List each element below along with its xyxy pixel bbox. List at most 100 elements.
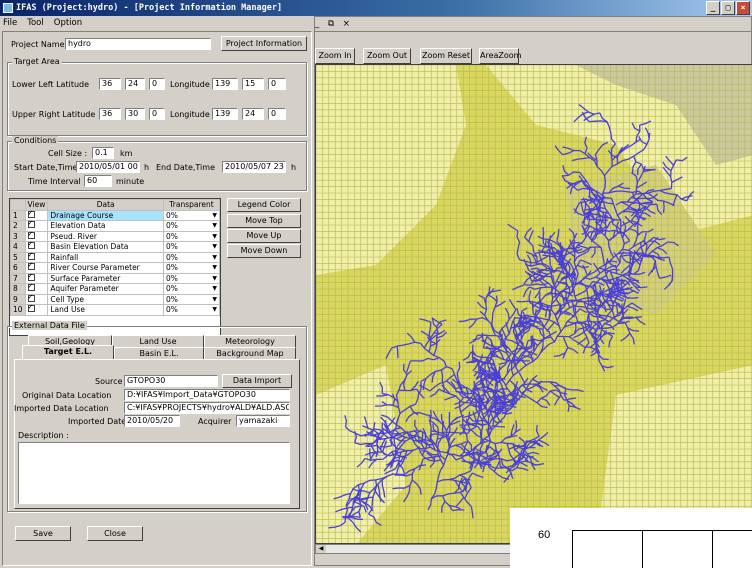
- move-top-button[interactable]: Move Top: [227, 214, 301, 228]
- checkbox-checked-icon[interactable]: [27, 240, 35, 250]
- layer-data-name[interactable]: Basin Elevation Data: [47, 241, 164, 253]
- dropdown-arrow-icon[interactable]: ▼: [212, 284, 217, 293]
- cell-size-field[interactable]: 0.1: [92, 147, 114, 159]
- ll-lat-sec[interactable]: 0: [149, 78, 165, 90]
- zoom-in-button[interactable]: Zoom In: [315, 48, 355, 64]
- start-field[interactable]: 2010/05/01 00: [76, 161, 140, 173]
- move-down-button[interactable]: Move Down: [227, 244, 301, 258]
- layer-transparency-select[interactable]: 0% ▼: [163, 251, 220, 263]
- zoom-out-button[interactable]: Zoom Out: [363, 48, 411, 64]
- checkbox-checked-icon[interactable]: [27, 230, 35, 239]
- menu-file[interactable]: File: [3, 16, 17, 30]
- checkbox-checked-icon[interactable]: [27, 261, 35, 271]
- tab-background-map[interactable]: Background Map: [204, 347, 296, 359]
- minimize-button[interactable]: _: [706, 1, 720, 15]
- ur-lon-min[interactable]: 24: [242, 108, 264, 120]
- layer-data-name[interactable]: Land Use: [47, 304, 164, 316]
- layer-row[interactable]: 3 Pseud. River0% ▼: [10, 230, 220, 242]
- layer-data-name[interactable]: Aquifer Parameter: [47, 283, 164, 295]
- layer-transparency-select[interactable]: 0% ▼: [163, 209, 220, 221]
- layer-row[interactable]: 5 Rainfall0% ▼: [10, 251, 220, 263]
- imported-date-field[interactable]: 2010/05/20: [124, 415, 180, 427]
- ur-lat-sec[interactable]: 0: [149, 108, 165, 120]
- checkbox-checked-icon[interactable]: [27, 303, 35, 313]
- layer-data-name[interactable]: Surface Parameter: [47, 272, 164, 284]
- imported-location-field[interactable]: C:¥IFAS¥PROJECTS¥hydro¥ALD¥ALD.ASC: [124, 402, 290, 414]
- layer-row[interactable]: 10 Land Use0% ▼: [10, 303, 220, 316]
- data-import-button[interactable]: Data Import: [222, 374, 292, 388]
- area-zoom-button[interactable]: AreaZoom: [479, 48, 521, 64]
- ll-lon-deg[interactable]: 139: [212, 78, 238, 90]
- dropdown-arrow-icon[interactable]: ▼: [212, 253, 217, 262]
- checkbox-checked-icon[interactable]: [27, 282, 35, 292]
- description-textarea[interactable]: [18, 442, 290, 504]
- project-information-button[interactable]: Project Information: [221, 36, 307, 51]
- layer-transparency-select[interactable]: 0% ▼: [163, 293, 220, 305]
- menu-tool[interactable]: Tool: [27, 16, 44, 30]
- checkbox-checked-icon[interactable]: [27, 251, 35, 260]
- dropdown-arrow-icon[interactable]: ▼: [212, 274, 217, 283]
- checkbox-checked-icon[interactable]: [27, 219, 35, 229]
- layer-data-name[interactable]: Rainfall: [47, 251, 164, 263]
- layer-transparency-select[interactable]: 0% ▼: [163, 230, 220, 242]
- checkbox-checked-icon[interactable]: [27, 209, 35, 218]
- layer-row[interactable]: 7 Surface Parameter0% ▼: [10, 272, 220, 284]
- tab-basin-el[interactable]: Basin E.L.: [114, 347, 204, 359]
- ur-lat-deg[interactable]: 36: [99, 108, 121, 120]
- legend-color-button[interactable]: Legend Color: [227, 198, 301, 212]
- layer-transparency-select[interactable]: 0% ▼: [163, 262, 220, 274]
- source-field[interactable]: GTOPO30: [124, 375, 218, 387]
- dropdown-arrow-icon[interactable]: ▼: [212, 221, 217, 230]
- tab-meteorology[interactable]: Meteorology: [204, 335, 296, 347]
- interval-field[interactable]: 60: [84, 175, 112, 187]
- maximize-button[interactable]: □: [721, 1, 735, 15]
- layer-transparency-select[interactable]: 0% ▼: [163, 304, 220, 316]
- layer-row[interactable]: 2 Elevation Data0% ▼: [10, 219, 220, 232]
- close-window-button[interactable]: ×: [736, 1, 750, 15]
- layer-data-name[interactable]: Cell Type: [47, 293, 164, 305]
- dropdown-arrow-icon[interactable]: ▼: [212, 295, 217, 304]
- dropdown-arrow-icon[interactable]: ▼: [212, 263, 217, 272]
- scroll-left-icon[interactable]: ◀: [316, 545, 326, 553]
- layer-visible-checkbox[interactable]: [24, 303, 49, 316]
- move-up-button[interactable]: Move Up: [227, 229, 301, 243]
- layer-row[interactable]: 4 Basin Elevation Data0% ▼: [10, 240, 220, 253]
- layer-transparency-select[interactable]: 0% ▼: [163, 241, 220, 253]
- end-field[interactable]: 2010/05/07 23: [222, 161, 286, 173]
- layer-row[interactable]: 8 Aquifer Parameter0% ▼: [10, 282, 220, 295]
- ur-lon-deg[interactable]: 139: [212, 108, 238, 120]
- layer-data-name[interactable]: River Course Parameter: [47, 262, 164, 274]
- tab-target-el[interactable]: Target E.L.: [22, 345, 114, 359]
- ll-lon-min[interactable]: 15: [242, 78, 264, 90]
- horizontal-scrollbar[interactable]: ◀: [315, 544, 515, 554]
- layer-transparency-select[interactable]: 0% ▼: [163, 272, 220, 284]
- tab-land-use[interactable]: Land Use: [112, 335, 204, 347]
- menu-option[interactable]: Option: [54, 16, 82, 30]
- dropdown-arrow-icon[interactable]: ▼: [212, 211, 217, 220]
- dropdown-arrow-icon[interactable]: ▼: [212, 242, 217, 251]
- ur-lon-sec[interactable]: 0: [268, 108, 286, 120]
- layer-row[interactable]: 6 River Course Parameter0% ▼: [10, 261, 220, 274]
- ll-lat-deg[interactable]: 36: [99, 78, 121, 90]
- acquirer-field[interactable]: yamazaki: [236, 415, 290, 427]
- ll-lon-sec[interactable]: 0: [268, 78, 286, 90]
- checkbox-checked-icon[interactable]: [27, 272, 35, 281]
- zoom-reset-button[interactable]: Zoom Reset: [420, 48, 472, 64]
- orig-location-field[interactable]: D:¥IFAS¥Import_Data¥GTOPO30: [124, 389, 290, 401]
- layer-row[interactable]: 9 Cell Type0% ▼: [10, 293, 220, 305]
- ur-lat-min[interactable]: 30: [125, 108, 145, 120]
- layer-grid[interactable]: View Data Transparent 1Drainage Course0%…: [9, 198, 221, 336]
- dropdown-arrow-icon[interactable]: ▼: [212, 305, 217, 314]
- layer-row[interactable]: 1 Drainage Course0% ▼: [10, 209, 220, 221]
- layer-data-name[interactable]: Drainage Course: [47, 209, 164, 221]
- map-canvas[interactable]: [315, 64, 752, 544]
- close-button[interactable]: Close: [87, 526, 143, 541]
- checkbox-checked-icon[interactable]: [27, 293, 35, 302]
- project-name-field[interactable]: hydro: [65, 38, 211, 50]
- save-button[interactable]: Save: [15, 526, 71, 541]
- layer-data-name[interactable]: Elevation Data: [47, 220, 164, 232]
- layer-data-name[interactable]: Pseud. River: [47, 230, 164, 242]
- layer-transparency-select[interactable]: 0% ▼: [163, 220, 220, 232]
- ll-lat-min[interactable]: 24: [125, 78, 145, 90]
- dropdown-arrow-icon[interactable]: ▼: [212, 232, 217, 241]
